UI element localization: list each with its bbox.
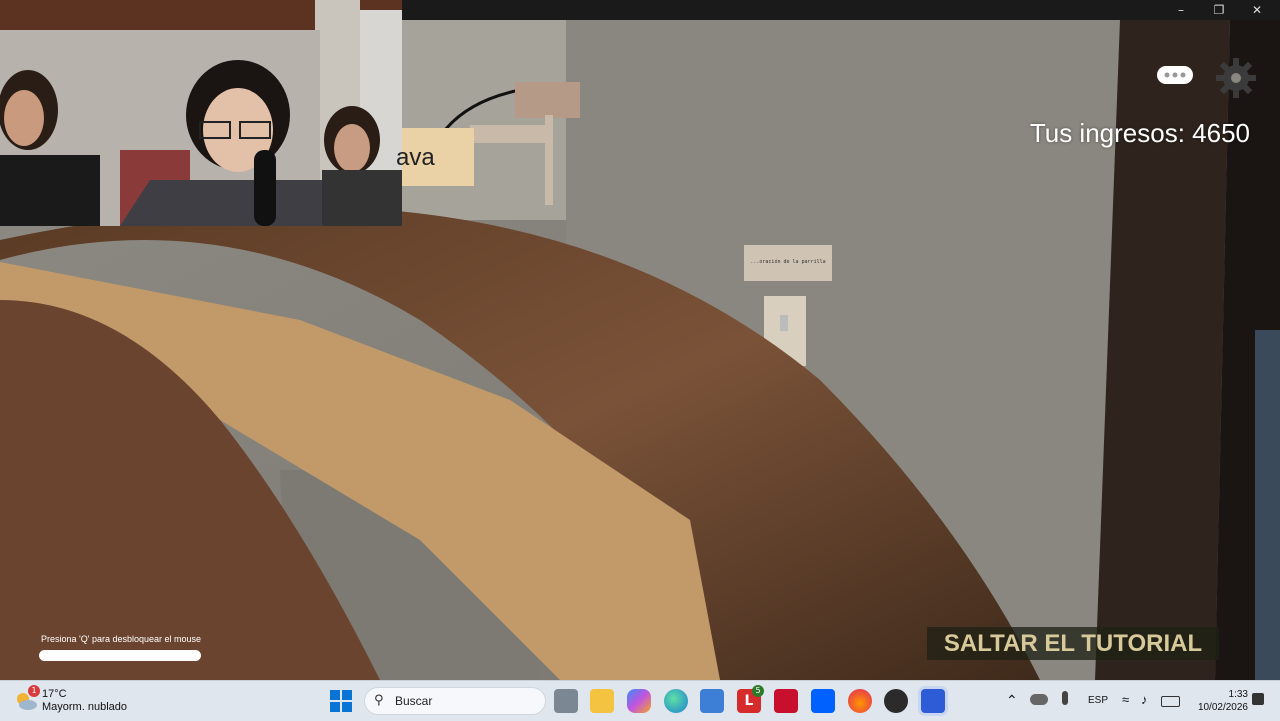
firefox-icon[interactable] — [848, 689, 872, 713]
settings-gear-icon[interactable] — [1214, 56, 1258, 104]
webcam-image — [0, 0, 402, 226]
mouse-unlock-hint: Presiona 'Q' para desbloquear el mouse — [41, 634, 202, 644]
obs-icon[interactable] — [884, 689, 908, 713]
microphone-icon[interactable] — [1062, 691, 1068, 705]
battery-icon[interactable] — [1161, 696, 1180, 707]
task-view-icon[interactable] — [554, 689, 578, 713]
minimize-icon[interactable]: – — [1162, 0, 1200, 20]
clock-date: 10/02/2026 — [1197, 702, 1248, 713]
chat-icon[interactable] — [1155, 64, 1195, 92]
clock-time: 1:33 — [1228, 689, 1248, 700]
search-placeholder: Buscar — [395, 694, 433, 708]
copilot-icon[interactable] — [627, 689, 651, 713]
weather-badge: 1 — [28, 685, 40, 697]
edge-icon[interactable] — [664, 689, 688, 713]
window-title-bar: – ❐ ✕ — [402, 0, 1280, 20]
wifi-icon[interactable]: ≈ — [1122, 692, 1129, 707]
close-icon[interactable]: ✕ — [1238, 0, 1276, 20]
search-icon: ⚲ — [374, 693, 384, 708]
weather-description[interactable]: Mayorm. nublado — [42, 701, 127, 713]
store-icon[interactable] — [700, 689, 724, 713]
app-badge: 5 — [752, 685, 764, 697]
roblox-icon[interactable] — [921, 689, 945, 713]
skip-tutorial-button[interactable]: SALTAR EL TUTORIAL — [927, 627, 1219, 660]
webcam-overlay — [0, 0, 402, 226]
taskbar-search-box[interactable]: ⚲ Buscar — [364, 687, 546, 715]
language-indicator[interactable]: ESP — [1088, 695, 1108, 706]
volume-icon[interactable]: ♪ — [1141, 692, 1148, 707]
windows-taskbar: 1 17°C Mayorm. nublado ⚲ Buscar L 5 ⌃ ES… — [0, 680, 1280, 721]
mcafee-icon[interactable] — [774, 689, 798, 713]
income-counter: Tus ingresos: 4650 — [1029, 118, 1250, 148]
weather-temperature[interactable]: 17°C — [42, 688, 67, 700]
restore-icon[interactable]: ❐ — [1200, 0, 1238, 20]
wall-sign-text: ...oración de la parrilla — [750, 259, 826, 265]
file-explorer-icon[interactable] — [590, 689, 614, 713]
tray-overflow-icon[interactable]: ⌃ — [1006, 692, 1018, 709]
partial-label-panel: ava — [396, 128, 474, 186]
windows-start-icon[interactable] — [330, 690, 352, 716]
taskbar-clock[interactable]: 1:33 10/02/2026 — [1190, 688, 1248, 714]
mouse-unlock-progress — [39, 650, 201, 661]
onedrive-icon[interactable] — [1030, 694, 1048, 705]
partial-label-text: ava — [396, 144, 435, 171]
notification-bell-icon[interactable] — [1252, 693, 1264, 705]
dropbox-icon[interactable] — [811, 689, 835, 713]
